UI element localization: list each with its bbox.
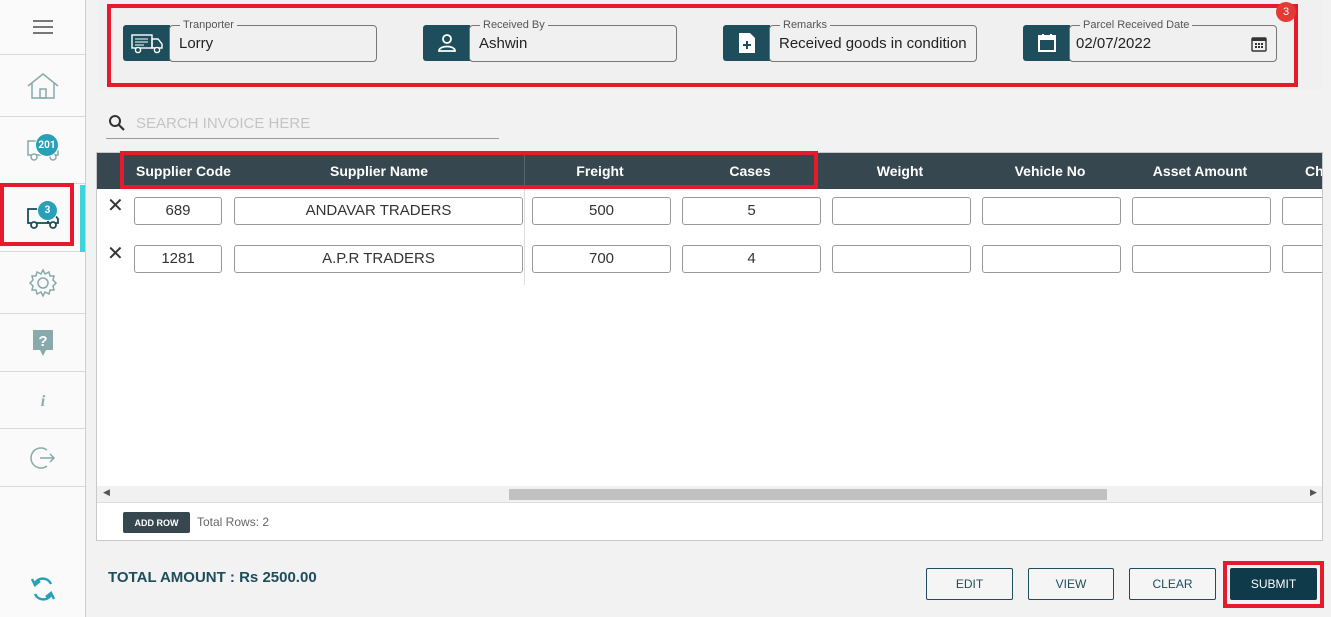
sidebar-item-info[interactable]: i [0, 372, 85, 429]
parcel-date-value: 02/07/2022 [1076, 35, 1152, 52]
home-icon [27, 72, 58, 99]
sidebar-item-help[interactable]: ? [0, 314, 85, 372]
edit-button[interactable]: EDIT [926, 568, 1013, 600]
vehicle-no-input[interactable] [982, 197, 1121, 225]
view-button[interactable]: VIEW [1028, 568, 1114, 600]
received-by-label: Received By [480, 19, 548, 31]
supplier-name-input[interactable]: A.P.R TRADERS [234, 245, 523, 273]
col-header-ch[interactable]: Ch [1275, 153, 1322, 189]
col-header-supplier-code[interactable]: Supplier Code [133, 153, 234, 189]
parcel-info-panel: Tranporter Lorry Received By Ashwin Rema… [98, 0, 1323, 90]
submit-button[interactable]: SUBMIT [1230, 568, 1317, 600]
sync-button[interactable] [0, 560, 85, 617]
svg-text:?: ? [38, 333, 47, 350]
received-by-icon-box [423, 25, 470, 61]
delete-row-icon[interactable]: ✕ [107, 195, 124, 217]
freight-input[interactable]: 500 [532, 197, 671, 225]
file-add-icon [738, 33, 755, 53]
gear-icon [28, 267, 57, 298]
info-icon: i [40, 393, 45, 409]
menu-button[interactable] [0, 0, 85, 55]
supplier-code-input[interactable]: 1281 [134, 245, 222, 273]
sidebar-item-settings[interactable] [0, 252, 85, 314]
asset-amount-input[interactable] [1132, 245, 1271, 273]
supplier-code-input[interactable]: 689 [134, 197, 222, 225]
sidebar-item-home[interactable] [0, 55, 85, 117]
sidebar-item-delivery[interactable]: 201 [0, 117, 85, 184]
remarks-field[interactable]: Remarks Received goods in condition [723, 19, 977, 62]
col-header-weight[interactable]: Weight [825, 153, 975, 189]
sync-icon [30, 576, 55, 601]
col-header-supplier-name[interactable]: Supplier Name [234, 153, 524, 189]
scroll-right-icon[interactable]: ▶ [1310, 488, 1317, 498]
transporter-input[interactable]: Tranporter Lorry [169, 19, 377, 62]
sidebar: 201 3 ? i [0, 0, 86, 617]
invoice-search [106, 108, 499, 139]
parcel-count-badge: 3 [37, 200, 58, 221]
search-icon [109, 115, 125, 131]
parcel-date-icon-box [1023, 25, 1070, 61]
col-header-asset-amount[interactable]: Asset Amount [1125, 153, 1275, 189]
date-picker-icon[interactable] [1251, 36, 1267, 52]
vehicle-no-input[interactable] [982, 245, 1121, 273]
horizontal-scrollbar[interactable]: ◀ ▶ [97, 486, 1322, 502]
col-header-cases[interactable]: Cases [675, 153, 825, 189]
grid-footer: ADD ROW Total Rows: 2 [97, 502, 1322, 540]
ch-input[interactable] [1282, 197, 1322, 225]
sidebar-item-parcel-received[interactable]: 3 [0, 184, 85, 252]
transporter-value: Lorry [179, 35, 214, 52]
logout-icon [29, 446, 55, 469]
active-indicator [80, 185, 85, 252]
col-header-freight[interactable]: Freight [525, 153, 675, 189]
supplier-name-input[interactable]: ANDAVAR TRADERS [234, 197, 523, 225]
total-amount: TOTAL AMOUNT : Rs 2500.00 [108, 569, 317, 586]
scroll-left-icon[interactable]: ◀ [103, 488, 110, 498]
person-icon [437, 34, 456, 52]
ch-input[interactable] [1282, 245, 1322, 273]
hamburger-icon [32, 20, 53, 34]
total-rows-text: Total Rows: 2 [197, 515, 270, 529]
remarks-input[interactable]: Remarks Received goods in condition [769, 19, 977, 62]
add-row-button[interactable]: ADD ROW [123, 512, 190, 533]
sidebar-item-logout[interactable] [0, 429, 85, 487]
freight-input[interactable]: 700 [532, 245, 671, 273]
remarks-label: Remarks [780, 19, 831, 31]
parcel-date-input[interactable]: Parcel Received Date 02/07/2022 [1069, 19, 1277, 62]
delete-row-icon[interactable]: ✕ [107, 243, 124, 265]
remarks-icon-box [723, 25, 770, 61]
asset-amount-input[interactable] [1132, 197, 1271, 225]
truck-icon [130, 34, 163, 54]
scrollbar-thumb[interactable] [509, 489, 1107, 500]
remarks-value: Received goods in condition [779, 35, 967, 52]
pinned-column-divider [524, 189, 525, 285]
transporter-field[interactable]: Tranporter Lorry [123, 19, 379, 62]
invoice-grid: Supplier Code Supplier Name Freight Case… [96, 152, 1323, 541]
received-by-field[interactable]: Received By Ashwin [423, 19, 679, 62]
grid-header: Supplier Code Supplier Name Freight Case… [97, 153, 1322, 189]
parcel-date-label: Parcel Received Date [1080, 19, 1193, 31]
cases-input[interactable]: 5 [682, 197, 821, 225]
weight-input[interactable] [832, 197, 971, 225]
svg-text:i: i [40, 393, 45, 409]
question-icon: ? [32, 329, 53, 356]
search-input[interactable] [136, 112, 486, 134]
received-by-value: Ashwin [479, 35, 528, 52]
delivery-count-badge: 201 [35, 133, 59, 157]
parcel-date-field[interactable]: Parcel Received Date 02/07/2022 [1023, 19, 1277, 62]
transporter-icon-box [123, 25, 170, 61]
notification-badge: 3 [1276, 2, 1296, 22]
cases-input[interactable]: 4 [682, 245, 821, 273]
transporter-label: Tranporter [180, 19, 237, 31]
table-row: ✕ 689 ANDAVAR TRADERS 500 5 [97, 189, 1322, 225]
table-row: ✕ 1281 A.P.R TRADERS 700 4 [97, 237, 1322, 273]
weight-input[interactable] [832, 245, 971, 273]
received-by-input[interactable]: Received By Ashwin [469, 19, 677, 62]
clear-button[interactable]: CLEAR [1129, 568, 1216, 600]
col-header-vehicle-no[interactable]: Vehicle No [975, 153, 1125, 189]
calendar-icon [1037, 34, 1056, 52]
